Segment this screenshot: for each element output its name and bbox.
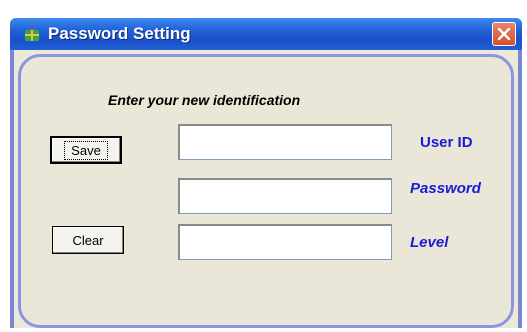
user-id-input[interactable] — [178, 124, 392, 160]
save-button[interactable]: Save — [50, 136, 122, 164]
password-input[interactable] — [178, 178, 392, 214]
title-bar[interactable]: Password Setting — [10, 18, 522, 50]
password-label: Password — [410, 180, 481, 197]
form-heading: Enter your new identification — [108, 92, 301, 108]
save-button-label: Save — [64, 140, 108, 160]
close-button[interactable] — [492, 22, 516, 46]
user-id-label: User ID — [420, 134, 473, 151]
password-setting-window: Password Setting — [10, 18, 522, 328]
level-input[interactable] — [178, 224, 392, 260]
gift-icon — [25, 27, 39, 41]
close-icon — [497, 27, 511, 41]
level-label: Level — [410, 234, 449, 251]
clear-button[interactable]: Clear — [52, 226, 124, 254]
window-title: Password Setting — [48, 24, 191, 43]
